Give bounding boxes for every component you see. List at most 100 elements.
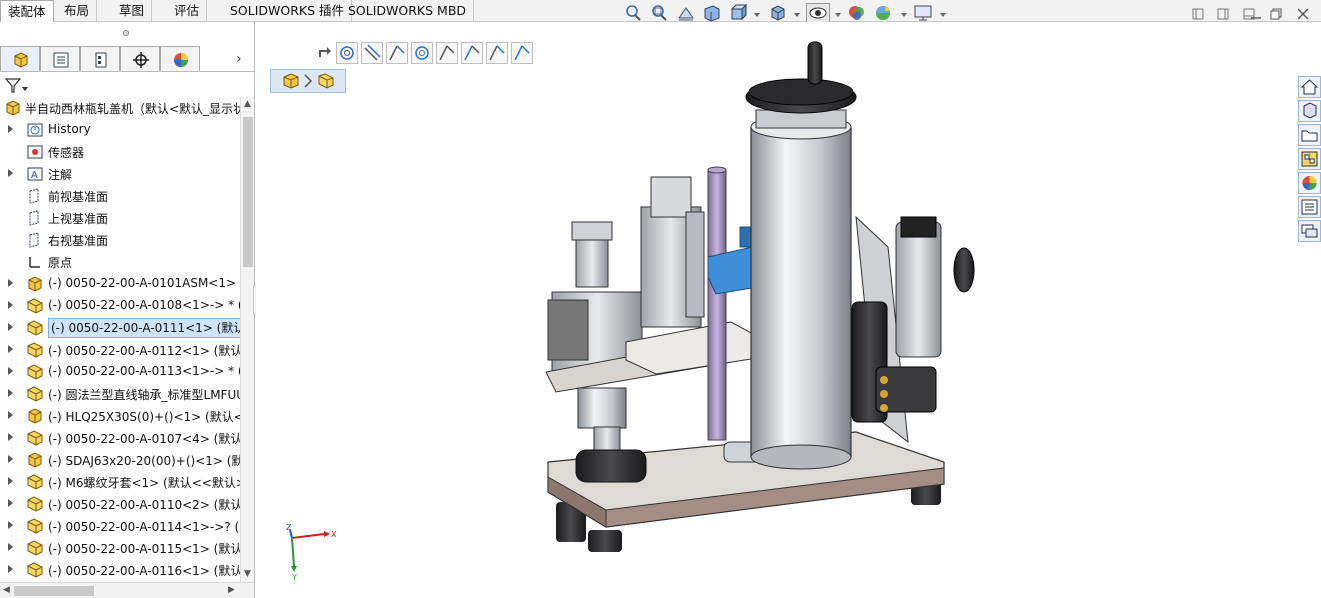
chevron-down-icon[interactable]: [835, 13, 841, 17]
tree-item[interactable]: (-) 0050-22-00-A-0101ASM<1> (: [0, 273, 240, 295]
zoom-area-icon[interactable]: [649, 4, 669, 22]
scrollbar-thumb[interactable]: [14, 586, 94, 596]
tree-item[interactable]: (-) 圆法兰型直线轴承_标准型LMFUU: [0, 383, 240, 405]
tree-item-label: (-) HLQ25X30S(0)+()<1> (默认<显: [48, 410, 240, 424]
tab-sketch[interactable]: 草图: [112, 0, 153, 22]
tab-dimxpert-manager[interactable]: [120, 46, 160, 71]
scroll-down-icon[interactable]: ▼: [244, 569, 251, 579]
chevron-down-icon[interactable]: [940, 13, 946, 17]
tab-file-explorer[interactable]: [1298, 124, 1321, 146]
view-settings-icon[interactable]: [913, 4, 933, 22]
expand-arrow-icon[interactable]: [8, 345, 13, 353]
section-view-icon[interactable]: [702, 4, 722, 22]
chevron-down-icon[interactable]: [754, 13, 760, 17]
assembly-model-3d[interactable]: [256, 22, 1296, 598]
view-orientation-icon[interactable]: [729, 4, 749, 22]
tab-custom-properties[interactable]: [1298, 196, 1321, 218]
tab-solidworks-mbd[interactable]: SOLIDWORKS MBD: [341, 0, 475, 22]
tree-item[interactable]: 右视基准面: [0, 229, 240, 251]
expand-arrow-icon[interactable]: [8, 455, 13, 463]
tree-vertical-scrollbar[interactable]: ▲ ▼: [240, 97, 254, 582]
expand-arrow-icon[interactable]: [8, 169, 13, 177]
tree-root-assembly[interactable]: 半自动西林瓶轧盖机（默认<默认_显示状: [0, 97, 240, 119]
tree-item[interactable]: 原点: [0, 251, 240, 273]
expand-arrow-icon[interactable]: [8, 499, 13, 507]
part-icon: [27, 540, 43, 556]
tab-assembly[interactable]: 装配体: [0, 0, 54, 23]
tab-display-manager[interactable]: [160, 46, 200, 71]
tree-item[interactable]: (-) 0050-22-00-A-0111<1> (默认<: [0, 317, 240, 339]
expand-arrow-icon[interactable]: [8, 433, 13, 441]
tree-item[interactable]: (-) 0050-22-00-A-0107<4> (默认<: [0, 427, 240, 449]
expand-arrow-icon[interactable]: [8, 543, 13, 551]
tab-property-manager[interactable]: [40, 46, 80, 71]
panel-grip-handle[interactable]: [123, 30, 129, 36]
plane-icon: [29, 210, 39, 226]
expand-arrow-icon[interactable]: [8, 521, 13, 529]
edit-appearance-icon[interactable]: [847, 4, 867, 22]
scrollbar-thumb[interactable]: [243, 117, 253, 267]
restore-icon[interactable]: [1192, 8, 1204, 20]
tree-item[interactable]: (-) 0050-22-00-A-0110<2> (默认<: [0, 493, 240, 515]
tab-evaluate[interactable]: 评估: [167, 0, 208, 22]
chevron-down-icon[interactable]: [901, 13, 907, 17]
scroll-right-icon[interactable]: ▶: [228, 585, 235, 595]
expand-arrow-icon[interactable]: [8, 477, 13, 485]
command-manager-tabs: 装配体 布局 草图 评估 SOLIDWORKS 插件 SOLIDWORKS MB…: [0, 0, 1321, 25]
tab-configuration-manager[interactable]: [80, 46, 120, 71]
part-icon: [27, 342, 43, 358]
tab-forum[interactable]: [1298, 220, 1321, 242]
tree-item[interactable]: (-) 0050-22-00-A-0116<1> (默认<: [0, 559, 240, 581]
tree-item[interactable]: 上视基准面: [0, 207, 240, 229]
tab-layout[interactable]: 布局: [57, 0, 98, 22]
tile-icon[interactable]: [1217, 8, 1229, 20]
tree-filter[interactable]: [0, 75, 254, 97]
tab-view-palette[interactable]: [1298, 148, 1321, 170]
chevron-down-icon[interactable]: [794, 13, 800, 17]
tree-item[interactable]: (-) SDAJ63x20-20(00)+()<1> (默认: [0, 449, 240, 471]
zoom-to-fit-icon[interactable]: [623, 4, 643, 22]
tree-horizontal-scrollbar[interactable]: ◀ ▶: [0, 582, 254, 598]
tree-item[interactable]: 传感器: [0, 141, 240, 163]
tree-item[interactable]: 前视基准面: [0, 185, 240, 207]
expand-arrow-icon[interactable]: [8, 125, 13, 133]
custom-properties-icon: [1301, 199, 1318, 215]
tree-item[interactable]: (-) HLQ25X30S(0)+()<1> (默认<显: [0, 405, 240, 427]
expand-arrow-icon[interactable]: [8, 279, 13, 287]
filter-icon[interactable]: [5, 77, 29, 95]
tab-design-library[interactable]: [1298, 100, 1321, 122]
reference-triad[interactable]: X Y Z: [280, 522, 340, 582]
expand-arrow-icon[interactable]: [8, 389, 13, 397]
tree-item-label: (-) SDAJ63x20-20(00)+()<1> (默认: [48, 454, 240, 468]
tree-item[interactable]: (-) 0050-22-00-A-0115<1> (默认<: [0, 537, 240, 559]
close-icon[interactable]: [1297, 8, 1309, 20]
scroll-left-icon[interactable]: ◀: [3, 585, 10, 595]
scroll-up-icon[interactable]: ▲: [244, 99, 251, 109]
display-style-icon[interactable]: [768, 4, 788, 22]
crosshair-icon: [133, 52, 149, 68]
tree-item[interactable]: (-) M6螺纹牙套<1> (默认<<默认>: [0, 471, 240, 493]
feature-manager-panel: › 半自动西林瓶轧盖机（默认<默认_显示状 History 传感器 A 注解 前视基准面上…: [0, 22, 255, 598]
tree-item[interactable]: A 注解: [0, 163, 240, 185]
maximize-icon[interactable]: [1270, 8, 1282, 20]
expand-arrow-icon[interactable]: [8, 323, 13, 331]
tree-item[interactable]: History: [0, 119, 240, 141]
tab-solidworks-addins[interactable]: SOLIDWORKS 插件: [223, 0, 353, 22]
expand-arrow-icon[interactable]: [8, 565, 13, 573]
expand-arrow-icon[interactable]: [8, 367, 13, 375]
chevron-right-icon[interactable]: ›: [236, 51, 242, 67]
expand-arrow-icon[interactable]: [8, 301, 13, 309]
tree-item[interactable]: (-) 0050-22-00-A-0113<1>-> * (: [0, 361, 240, 383]
minimize-icon[interactable]: [1250, 8, 1262, 20]
graphics-area[interactable]: X Y Z: [256, 22, 1296, 598]
tab-solidworks-resources[interactable]: [1298, 76, 1321, 98]
triad-z-label: Z: [286, 523, 292, 532]
previous-view-icon[interactable]: [676, 4, 696, 22]
tree-item[interactable]: (-) 0050-22-00-A-0114<1>->? (默: [0, 515, 240, 537]
tab-feature-manager[interactable]: [0, 46, 40, 71]
expand-arrow-icon[interactable]: [8, 411, 13, 419]
apply-scene-icon[interactable]: [873, 4, 893, 22]
tree-item[interactable]: (-) 0050-22-00-A-0108<1>-> * (: [0, 295, 240, 317]
tab-appearances[interactable]: [1298, 172, 1321, 194]
tree-item[interactable]: (-) 0050-22-00-A-0112<1> (默认<: [0, 339, 240, 361]
